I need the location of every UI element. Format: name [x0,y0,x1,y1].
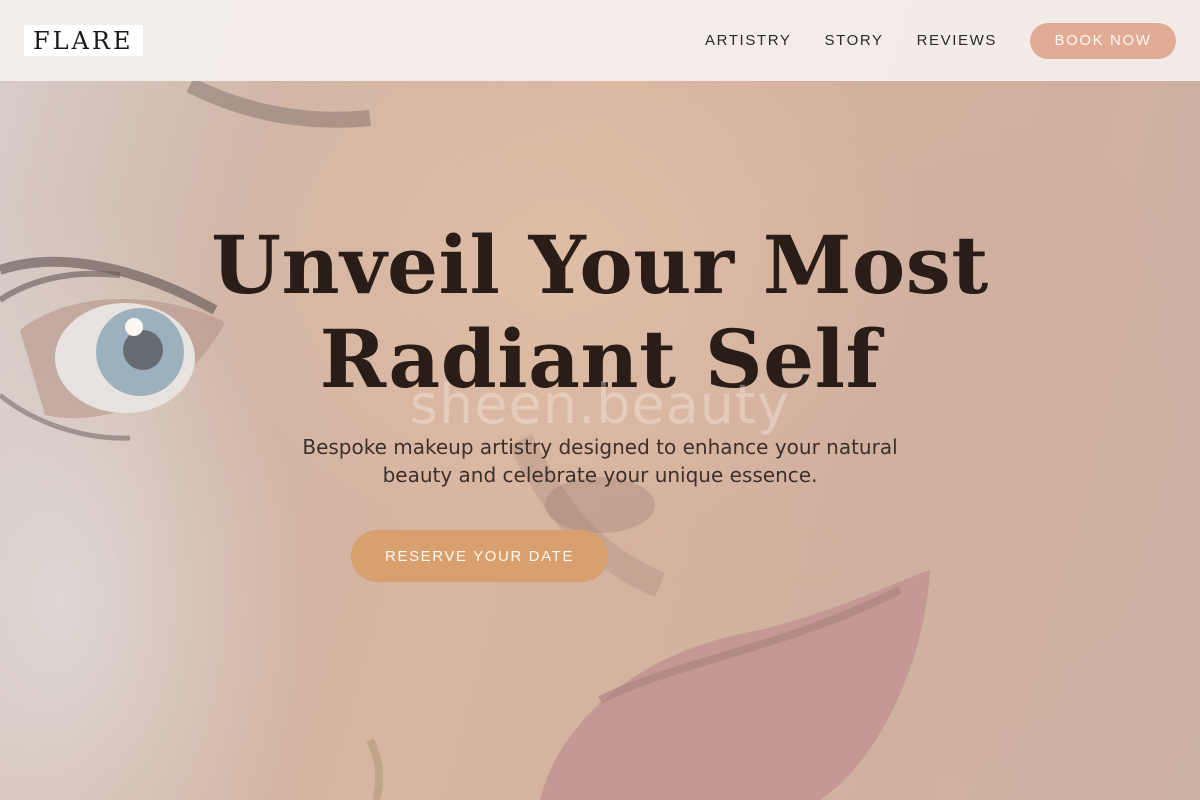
headline-line-1: Unveil Your Most [211,218,989,312]
subtitle-line-1: Bespoke makeup artistry designed to enha… [302,435,898,459]
site-header: FLARE ARTISTRY STORY REVIEWS BOOK NOW [0,0,1200,81]
nav-link-artistry[interactable]: ARTISTRY [705,32,791,49]
hero-subtitle: Bespoke makeup artistry designed to enha… [270,433,930,489]
brand-logo[interactable]: FLARE [24,25,143,56]
nav-link-story[interactable]: STORY [824,32,883,49]
nav-link-reviews[interactable]: REVIEWS [917,32,997,49]
main-nav: ARTISTRY STORY REVIEWS BOOK NOW [672,22,1176,59]
secondary-outline-button[interactable] [628,530,842,582]
subtitle-line-2: beauty and celebrate your unique essence… [382,463,818,487]
book-now-button[interactable]: BOOK NOW [1030,22,1176,59]
watermark-text: sheen.beauty [409,373,791,436]
reserve-date-button[interactable]: RESERVE YOUR DATE [351,530,608,582]
